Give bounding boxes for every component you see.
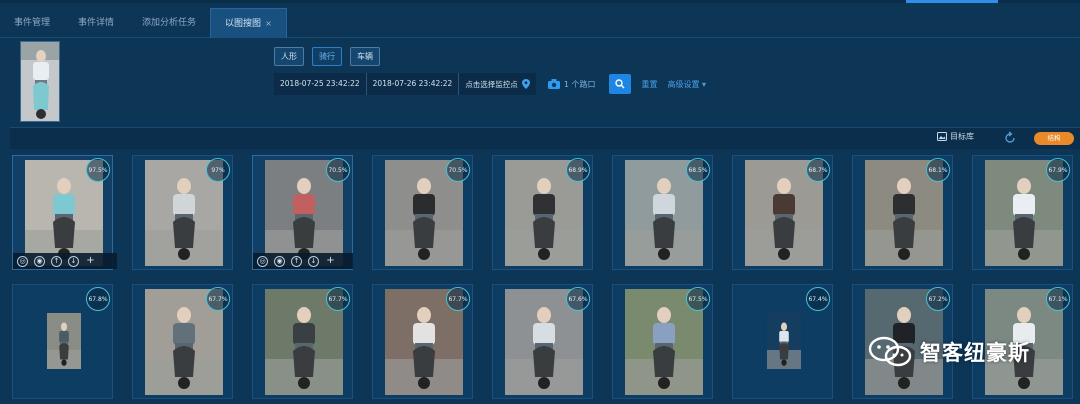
download-icon[interactable]: ↓ bbox=[308, 255, 319, 267]
similarity-score-badge: 70.5% bbox=[446, 158, 470, 182]
result-card[interactable]: 97% bbox=[132, 155, 233, 270]
similarity-score-badge: 67.4% bbox=[806, 287, 830, 311]
similarity-score-badge: 67.2% bbox=[926, 287, 950, 311]
result-card[interactable]: 68.9% bbox=[492, 155, 593, 270]
start-time-field[interactable]: 2018-07-25 23:42:22 bbox=[274, 73, 366, 95]
result-card[interactable]: 67.6% bbox=[492, 284, 593, 399]
result-card[interactable]: 70.5% bbox=[372, 155, 473, 270]
query-image[interactable] bbox=[20, 41, 60, 122]
result-card[interactable]: 67.8% bbox=[12, 284, 113, 399]
upload-icon[interactable]: ↑ bbox=[291, 255, 302, 267]
type-person-button[interactable]: 人形 bbox=[274, 47, 304, 66]
similarity-score-badge: 67.5% bbox=[686, 287, 710, 311]
result-card[interactable]: 68.5% bbox=[612, 155, 713, 270]
similarity-score-badge: 67.7% bbox=[326, 287, 350, 311]
close-tab-icon[interactable]: × bbox=[265, 19, 272, 28]
result-card[interactable]: 67.7% bbox=[252, 284, 353, 399]
result-card[interactable]: 68.1% bbox=[852, 155, 953, 270]
tab-image-search[interactable]: 以图搜图 × bbox=[210, 7, 287, 38]
end-time-field[interactable]: 2018-07-26 23:42:22 bbox=[366, 73, 459, 95]
tab-event-management[interactable]: 事件管理 bbox=[0, 8, 64, 38]
result-card[interactable]: 97.5% ◎ ◉ ↑ ↓ + bbox=[12, 155, 117, 270]
result-card[interactable]: 70.5% ◎ ◉ ↑ ↓ + bbox=[252, 155, 353, 270]
track-icon[interactable]: ◉ bbox=[274, 255, 285, 267]
similarity-score-badge: 68.1% bbox=[926, 158, 950, 182]
search-icon bbox=[615, 79, 625, 89]
type-vehicle-button[interactable]: 车辆 bbox=[350, 47, 380, 66]
similarity-score-badge: 67.7% bbox=[206, 287, 230, 311]
top-accent-bar bbox=[906, 0, 998, 3]
similarity-score-badge: 70.5% bbox=[326, 158, 350, 182]
camera-count-label: 1 个路口 bbox=[563, 79, 596, 89]
similarity-score-badge: 97.5% bbox=[86, 158, 110, 182]
locate-icon[interactable]: ◎ bbox=[257, 255, 268, 267]
similarity-score-badge: 68.9% bbox=[566, 158, 590, 182]
result-card[interactable]: 67.5% bbox=[612, 284, 713, 399]
filter-bar: 2018-07-25 23:42:22 2018-07-26 23:42:22 … bbox=[274, 73, 706, 95]
result-card[interactable]: 68.7% bbox=[732, 155, 833, 270]
similarity-score-badge: 97% bbox=[206, 158, 230, 182]
search-button[interactable] bbox=[609, 74, 632, 94]
similarity-score-badge: 68.7% bbox=[806, 158, 830, 182]
result-thumbnail[interactable] bbox=[767, 313, 801, 369]
results-toolbar bbox=[10, 127, 1080, 149]
result-card[interactable]: 67.9% bbox=[972, 155, 1073, 270]
similarity-score-badge: 67.1% bbox=[1046, 287, 1070, 311]
wechat-watermark: 智客纽豪斯 bbox=[868, 335, 1030, 369]
upload-icon[interactable]: ↑ bbox=[51, 255, 62, 267]
similarity-score-badge: 67.8% bbox=[86, 287, 110, 311]
download-icon[interactable]: ↓ bbox=[68, 255, 79, 267]
watermark-text: 智客纽豪斯 bbox=[920, 341, 1030, 365]
similarity-score-badge: 67.6% bbox=[566, 287, 590, 311]
tab-event-details[interactable]: 事件详情 bbox=[64, 8, 128, 38]
track-icon[interactable]: ◉ bbox=[34, 255, 45, 267]
refresh-icon[interactable] bbox=[1003, 131, 1017, 145]
add-icon[interactable]: + bbox=[325, 256, 336, 267]
target-type-buttons: 人形 骑行 车辆 bbox=[274, 47, 380, 66]
advanced-settings-link[interactable]: 高级设置 ▾ bbox=[667, 79, 706, 90]
similarity-score-badge: 68.5% bbox=[686, 158, 710, 182]
type-rider-button[interactable]: 骑行 bbox=[312, 47, 342, 66]
add-icon[interactable]: + bbox=[85, 256, 96, 267]
location-pin-icon bbox=[521, 79, 530, 89]
structure-button[interactable]: 结构 bbox=[1034, 132, 1074, 145]
similarity-score-badge: 67.7% bbox=[446, 287, 470, 311]
result-card[interactable]: 67.7% bbox=[132, 284, 233, 399]
reset-link[interactable]: 重置 bbox=[641, 79, 657, 90]
result-thumbnail[interactable] bbox=[47, 313, 81, 369]
card-action-bar: ◎ ◉ ↑ ↓ + bbox=[13, 253, 117, 269]
result-card[interactable]: 67.7% bbox=[372, 284, 473, 399]
region-placeholder: 点击选择监控点 bbox=[465, 79, 518, 89]
tab-bar: 事件管理 事件详情 添加分析任务 以图搜图 × bbox=[0, 7, 1080, 38]
target-library-button[interactable]: 目标库 bbox=[937, 131, 974, 142]
image-library-icon bbox=[937, 132, 947, 141]
result-card[interactable]: 67.4% bbox=[732, 284, 833, 399]
locate-icon[interactable]: ◎ bbox=[17, 255, 28, 267]
wechat-logo-icon bbox=[868, 336, 912, 367]
monitor-point-selector[interactable]: 点击选择监控点 bbox=[459, 73, 536, 95]
tab-add-analysis-task[interactable]: 添加分析任务 bbox=[128, 8, 210, 38]
similarity-score-badge: 67.9% bbox=[1046, 158, 1070, 182]
card-action-bar: ◎ ◉ ↑ ↓ + bbox=[253, 253, 353, 269]
camera-icon bbox=[547, 79, 560, 89]
camera-count[interactable]: 1 个路口 bbox=[547, 79, 596, 90]
